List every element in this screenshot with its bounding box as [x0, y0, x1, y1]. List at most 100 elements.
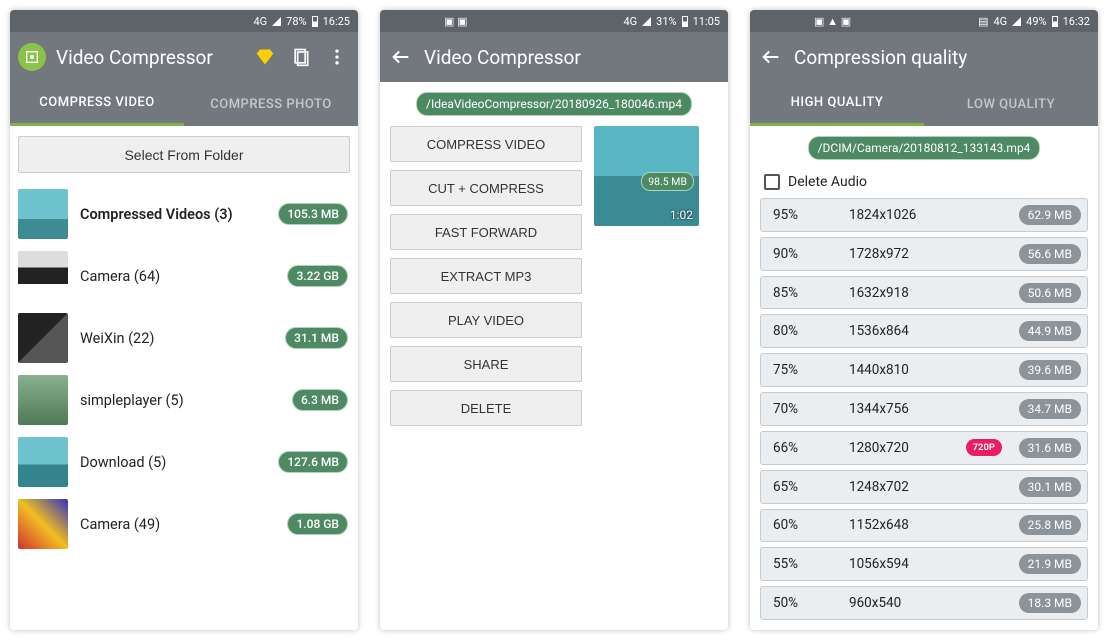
batch-mode-icon[interactable] — [288, 44, 314, 70]
more-menu-icon[interactable] — [324, 44, 350, 70]
quality-percent: 75% — [773, 362, 831, 378]
folder-label: Download (5) — [80, 454, 266, 471]
network-icon: 4G — [623, 15, 637, 28]
quality-size-badge: 25.8 MB — [1019, 515, 1081, 535]
status-bar: ▣ ▲ ▣ ▤ 4G 49% 16:32 — [750, 10, 1098, 32]
status-bar: 4G 78% 16:25 — [10, 10, 358, 32]
folder-thumb — [18, 375, 68, 425]
folder-thumb — [18, 313, 68, 363]
quality-resolution: 1056x594 — [831, 556, 1019, 572]
tab-low-quality[interactable]: LOW QUALITY — [924, 82, 1098, 126]
media-type-tabs: COMPRESS VIDEO COMPRESS PHOTO — [10, 82, 358, 126]
action-button-cut-compress[interactable]: CUT + COMPRESS — [390, 170, 582, 206]
app-logo-icon — [18, 43, 46, 71]
quality-resolution: 1536x864 — [831, 323, 1019, 339]
quality-size-badge: 62.9 MB — [1019, 205, 1081, 225]
action-button-share[interactable]: SHARE — [390, 346, 582, 382]
folder-row[interactable]: WeiXin (22)31.1 MB — [10, 307, 358, 369]
action-button-fast-forward[interactable]: FAST FORWARD — [390, 214, 582, 250]
action-button-delete[interactable]: DELETE — [390, 390, 582, 426]
folder-thumb — [18, 437, 68, 487]
quality-row[interactable]: 65%1248x70230.1 MB — [760, 470, 1088, 504]
folder-size-badge: 1.08 GB — [287, 513, 348, 535]
quality-resolution: 1440x810 — [831, 362, 1019, 378]
folder-row[interactable]: Compressed Videos (3)105.3 MB — [10, 183, 358, 245]
quality-resolution: 960x540 — [831, 595, 1019, 611]
clock: 16:25 — [323, 15, 350, 28]
page-title: Video Compressor — [424, 46, 581, 69]
quality-row[interactable]: 90%1728x97256.6 MB — [760, 237, 1088, 271]
quality-resolution: 1824x1026 — [831, 207, 1019, 223]
battery-pct: 31% — [656, 15, 676, 28]
folder-list[interactable]: Compressed Videos (3)105.3 MBCamera (64)… — [10, 183, 358, 630]
signal-icon — [1012, 17, 1021, 26]
tab-compress-video[interactable]: COMPRESS VIDEO — [10, 82, 184, 126]
battery-icon — [312, 16, 318, 27]
delete-audio-checkbox[interactable] — [764, 174, 780, 190]
quality-size-badge: 30.1 MB — [1019, 477, 1081, 497]
action-button-compress-video[interactable]: COMPRESS VIDEO — [390, 126, 582, 162]
quality-percent: 70% — [773, 401, 831, 417]
quality-percent: 80% — [773, 323, 831, 339]
quality-resolution: 1248x702 — [831, 479, 1019, 495]
battery-pct: 78% — [286, 15, 306, 28]
quality-size-badge: 18.3 MB — [1019, 593, 1081, 613]
resolution-tag-badge: 720P — [966, 439, 1002, 456]
folder-thumb — [18, 251, 68, 301]
folder-size-badge: 6.3 MB — [292, 389, 348, 411]
quality-size-badge: 56.6 MB — [1019, 244, 1081, 264]
action-buttons: COMPRESS VIDEO CUT + COMPRESS FAST FORWARD… — [390, 126, 582, 426]
page-title: Compression quality — [794, 46, 967, 69]
premium-diamond-icon[interactable] — [252, 44, 278, 70]
quality-row[interactable]: 75%1440x81039.6 MB — [760, 353, 1088, 387]
quality-tabs: HIGH QUALITY LOW QUALITY — [750, 82, 1098, 126]
quality-size-badge: 50.6 MB — [1019, 283, 1081, 303]
quality-row[interactable]: 60%1152x64825.8 MB — [760, 509, 1088, 543]
folder-row[interactable]: Camera (49)1.08 GB — [10, 493, 358, 555]
folder-label: Compressed Videos (3) — [80, 206, 266, 223]
tab-compress-photo[interactable]: COMPRESS PHOTO — [184, 82, 358, 126]
folder-row[interactable]: Camera (64)3.22 GB — [10, 245, 358, 307]
quality-list[interactable]: 95%1824x102662.9 MB 90%1728x97256.6 MB 85%… — [750, 198, 1098, 630]
app-bar: Compression quality — [750, 32, 1098, 82]
folder-row[interactable]: Download (5)127.6 MB — [10, 431, 358, 493]
app-bar: Video Compressor — [10, 32, 358, 82]
phone-screen-actions: ▣ ▣ 4G 31% 11:05 Video Compressor /IdeaV… — [380, 10, 728, 630]
quality-row[interactable]: 55%1056x59421.9 MB — [760, 547, 1088, 581]
select-from-folder-button[interactable]: Select From Folder — [18, 136, 350, 173]
quality-size-badge: 44.9 MB — [1019, 321, 1081, 341]
delete-audio-row[interactable]: Delete Audio — [750, 166, 1098, 198]
quality-row[interactable]: 50%960x54018.3 MB — [760, 586, 1088, 620]
app-bar: Video Compressor — [380, 32, 728, 82]
video-thumbnail[interactable]: 98.5 MB 1:02 — [594, 126, 699, 226]
quality-size-badge: 21.9 MB — [1019, 554, 1081, 574]
folder-label: simpleplayer (5) — [80, 392, 280, 409]
file-path-chip: /DCIM/Camera/20180812_133143.mp4 — [808, 136, 1041, 160]
quality-percent: 55% — [773, 556, 831, 572]
quality-percent: 65% — [773, 479, 831, 495]
folder-thumb — [18, 189, 68, 239]
folder-row[interactable]: simpleplayer (5) 6.3 MB — [10, 369, 358, 431]
quality-row[interactable]: 66%1280x720720P31.6 MB — [760, 431, 1088, 465]
action-button-play-video[interactable]: PLAY VIDEO — [390, 302, 582, 338]
preview-duration: 1:02 — [670, 208, 693, 222]
quality-row[interactable]: 85%1632x91850.6 MB — [760, 276, 1088, 310]
quality-percent: 66% — [773, 440, 831, 456]
network-icon: 4G — [993, 15, 1007, 28]
quality-row[interactable]: 70%1344x75634.7 MB — [760, 392, 1088, 426]
tab-high-quality[interactable]: HIGH QUALITY — [750, 82, 924, 126]
quality-percent: 85% — [773, 285, 831, 301]
quality-percent: 50% — [773, 595, 831, 611]
quality-resolution: 1728x972 — [831, 246, 1019, 262]
back-icon[interactable] — [388, 44, 414, 70]
phone-screen-folders: 4G 78% 16:25 Video Compressor COMPRESS V… — [10, 10, 358, 630]
page-title: Video Compressor — [56, 46, 213, 69]
action-button-extract-mp-[interactable]: EXTRACT MP3 — [390, 258, 582, 294]
battery-icon — [1052, 16, 1058, 27]
clock: 11:05 — [693, 15, 720, 28]
back-icon[interactable] — [758, 44, 784, 70]
clock: 16:32 — [1063, 15, 1090, 28]
quality-row[interactable]: 95%1824x102662.9 MB — [760, 198, 1088, 232]
quality-row[interactable]: 80%1536x86444.9 MB — [760, 314, 1088, 348]
quality-size-badge: 31.6 MB — [1019, 438, 1081, 458]
